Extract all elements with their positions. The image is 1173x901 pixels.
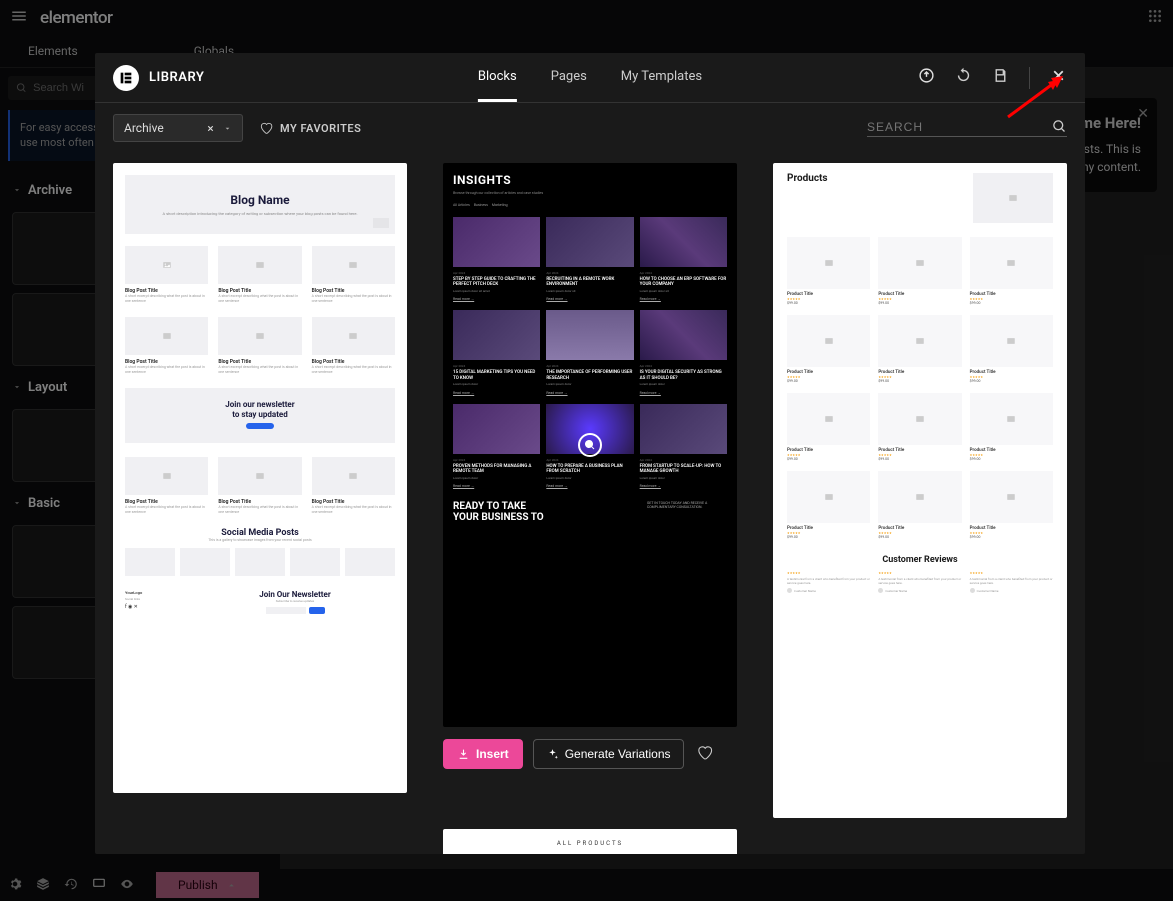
tab-pages[interactable]: Pages (551, 53, 587, 102)
save-icon[interactable] (992, 67, 1009, 88)
favorite-icon[interactable] (696, 744, 713, 765)
clear-icon (206, 124, 215, 133)
library-search-input[interactable] (867, 120, 1052, 134)
upload-icon[interactable] (918, 67, 935, 88)
close-icon[interactable] (1050, 67, 1067, 88)
template-preview: INSIGHTS Browse through our collection o… (443, 163, 737, 727)
template-card-insights[interactable]: INSIGHTS Browse through our collection o… (443, 163, 737, 854)
template-preview: Blog NameA short description introducing… (113, 163, 407, 793)
template-list[interactable]: Blog NameA short description introducing… (95, 153, 1085, 854)
library-tabs: Blocks Pages My Templates (478, 53, 702, 102)
search-icon (1052, 119, 1067, 134)
tab-my-templates[interactable]: My Templates (621, 53, 702, 102)
chevron-down-icon (223, 124, 232, 133)
my-favorites-button[interactable]: MY FAVORITES (259, 121, 361, 135)
generate-variations-button[interactable]: Generate Variations (533, 739, 684, 769)
sync-icon[interactable] (955, 67, 972, 88)
modal-header: LIBRARY Blocks Pages My Templates (95, 53, 1085, 103)
library-modal: LIBRARY Blocks Pages My Templates Archiv… (95, 53, 1085, 854)
template-card-blog[interactable]: Blog NameA short description introducing… (113, 163, 407, 854)
template-card-products[interactable]: Products Product Title★★★★★$99.00 Produc… (773, 163, 1067, 854)
template-actions: Insert Generate Variations (443, 739, 737, 769)
library-search[interactable] (867, 119, 1067, 137)
zoom-icon[interactable] (578, 433, 602, 457)
library-title: LIBRARY (149, 70, 204, 85)
elementor-logo-icon (113, 65, 139, 91)
template-preview-allproducts[interactable]: ALL PRODUCTS (443, 829, 737, 854)
modal-toolbar: Archive MY FAVORITES (95, 103, 1085, 153)
template-preview: Products Product Title★★★★★$99.00 Produc… (773, 163, 1067, 818)
category-dropdown[interactable]: Archive (113, 114, 243, 142)
insert-button[interactable]: Insert (443, 739, 523, 769)
tab-blocks[interactable]: Blocks (478, 53, 517, 102)
